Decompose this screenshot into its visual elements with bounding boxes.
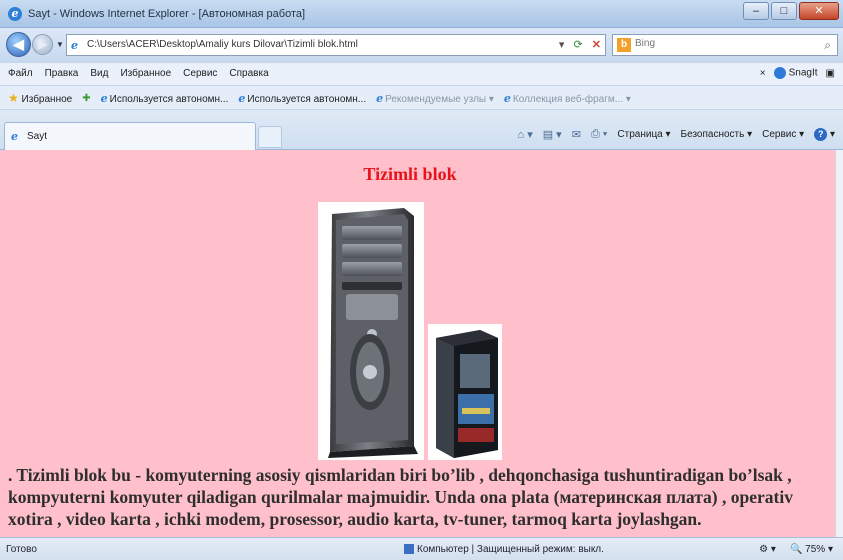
protected-mode-icon[interactable]: ⚙ ▾ — [759, 544, 776, 555]
favorite-link-2-label: Используется автономн... — [247, 93, 367, 105]
star-icon: ★ — [8, 91, 19, 105]
page-content: Tizimli blok . Tizimli blok bu - komyute… — [0, 150, 835, 537]
description-paragraph: . Tizimli blok bu - komyuterning asosiy … — [8, 465, 793, 529]
snagit-icon — [773, 67, 786, 79]
web-slice-gallery-label: Коллекция веб-фрагм... ▾ — [512, 93, 631, 105]
back-button[interactable]: ◀ — [6, 32, 31, 57]
window-title: Sayt - Windows Internet Explorer - [Авто… — [28, 8, 306, 20]
new-tab-button[interactable] — [258, 126, 282, 148]
address-url[interactable]: C:\Users\ACER\Desktop\Amaliy kurs Dilova… — [87, 39, 358, 50]
window-title-bar: e Sayt - Windows Internet Explorer - [Ав… — [0, 0, 843, 28]
snagit-window-icon[interactable]: ▣ — [826, 68, 835, 79]
address-dropdown-icon[interactable]: ▾ — [559, 39, 565, 51]
ie-page-icon: e — [503, 91, 511, 105]
window-controls: – □ ✕ — [743, 2, 839, 20]
favorites-bar: ★ Избранное ✚ e Используется автономн... … — [0, 86, 843, 110]
ie-page-icon: e — [376, 91, 384, 105]
menu-tools[interactable]: Сервис — [183, 68, 217, 79]
mail-icon[interactable]: ✉ — [572, 128, 581, 141]
forward-button[interactable]: ▶ — [32, 34, 53, 55]
menu-view[interactable]: Вид — [90, 68, 108, 79]
add-favorite-icon[interactable]: ✚ — [82, 93, 90, 104]
refresh-icon[interactable]: ⟳ — [574, 39, 583, 51]
tab-bar: e Sayt ⌂ ▾ ▤ ▾ ✉ ⎙ ▾ Страница ▾ Безопасн… — [0, 110, 843, 150]
menu-edit[interactable]: Правка — [45, 68, 79, 79]
web-slice-gallery-link[interactable]: e Коллекция веб-фрагм... ▾ — [504, 92, 631, 105]
page-icon: e — [71, 39, 78, 52]
bing-icon: b — [617, 38, 631, 52]
suggested-sites-link[interactable]: e Рекомендуемые узлы ▾ — [376, 92, 494, 105]
computer-case-image — [318, 202, 424, 460]
maximize-button[interactable]: □ — [771, 2, 797, 20]
page-menu[interactable]: Страница ▾ — [617, 129, 670, 140]
print-icon[interactable]: ⎙ ▾ — [591, 128, 607, 141]
address-actions: ▾ ⟳ ✕ — [559, 38, 601, 51]
favorites-button[interactable]: ★ Избранное — [8, 91, 72, 105]
feeds-icon[interactable]: ▤ ▾ — [543, 128, 562, 141]
tab-sayt[interactable]: e Sayt — [4, 122, 256, 150]
address-toolbar: ◀ ▶ ▼ e C:\Users\ACER\Desktop\Amaliy kur… — [0, 28, 843, 62]
search-icon[interactable]: ⌕ — [824, 38, 831, 53]
close-button[interactable]: ✕ — [799, 2, 839, 20]
menu-file[interactable]: Файл — [8, 68, 33, 79]
ie-page-icon: e — [100, 91, 108, 105]
status-text: Готово — [6, 544, 37, 555]
search-box[interactable]: b ⌕ — [612, 34, 838, 56]
security-menu[interactable]: Безопасность ▾ — [681, 129, 753, 140]
stop-icon[interactable]: ✕ — [592, 39, 601, 51]
computer-case-illustration — [328, 208, 418, 458]
search-input[interactable] — [635, 38, 805, 49]
product-box-illustration — [436, 330, 498, 458]
menu-help[interactable]: Справка — [229, 68, 268, 79]
command-bar: ⌂ ▾ ▤ ▾ ✉ ⎙ ▾ Страница ▾ Безопасность ▾ … — [518, 128, 835, 141]
history-dropdown-icon[interactable]: ▼ — [56, 40, 64, 49]
zoom-control[interactable]: 🔍 75% ▾ — [790, 544, 833, 555]
ie-page-icon: e — [238, 91, 246, 105]
favorites-label: Избранное — [21, 94, 73, 105]
menu-favorites[interactable]: Избранное — [120, 68, 171, 79]
help-button[interactable]: ? ▾ — [814, 128, 835, 141]
computer-zone-icon — [404, 544, 414, 555]
favorite-link-1[interactable]: e Используется автономн... — [101, 92, 229, 105]
tab-label: Sayt — [27, 131, 48, 142]
favorite-link-1-label: Используется автономн... — [109, 93, 229, 105]
vertical-scrollbar[interactable] — [835, 150, 843, 537]
address-bar[interactable]: e C:\Users\ACER\Desktop\Amaliy kurs Dilo… — [66, 34, 606, 56]
zoom-level: 75% — [805, 544, 826, 555]
suggested-sites-label: Рекомендуемые узлы ▾ — [385, 93, 494, 105]
snagit-label: SnagIt — [788, 67, 818, 79]
snagit-button[interactable]: SnagIt — [773, 67, 818, 79]
product-box-image — [428, 324, 502, 460]
security-zone[interactable]: Компьютер | Защищенный режим: выкл. — [404, 544, 604, 555]
status-bar: Готово Компьютер | Защищенный режим: вык… — [0, 537, 843, 560]
ie-logo-icon: e — [8, 7, 22, 21]
security-zone-label: Компьютер | Защищенный режим: выкл. — [417, 544, 604, 555]
menu-bar: Файл Правка Вид Избранное Сервис Справка… — [0, 62, 843, 86]
tools-menu[interactable]: Сервис ▾ — [762, 129, 804, 140]
favorite-link-2[interactable]: e Используется автономн... — [238, 92, 366, 105]
home-icon[interactable]: ⌂ ▾ — [518, 128, 533, 141]
help-icon: ? — [814, 128, 828, 141]
minimize-button[interactable]: – — [743, 2, 769, 20]
toolbar-close-icon[interactable]: × — [760, 68, 766, 79]
page-heading: Tizimli blok — [363, 164, 457, 184]
tab-page-icon: e — [11, 130, 18, 143]
